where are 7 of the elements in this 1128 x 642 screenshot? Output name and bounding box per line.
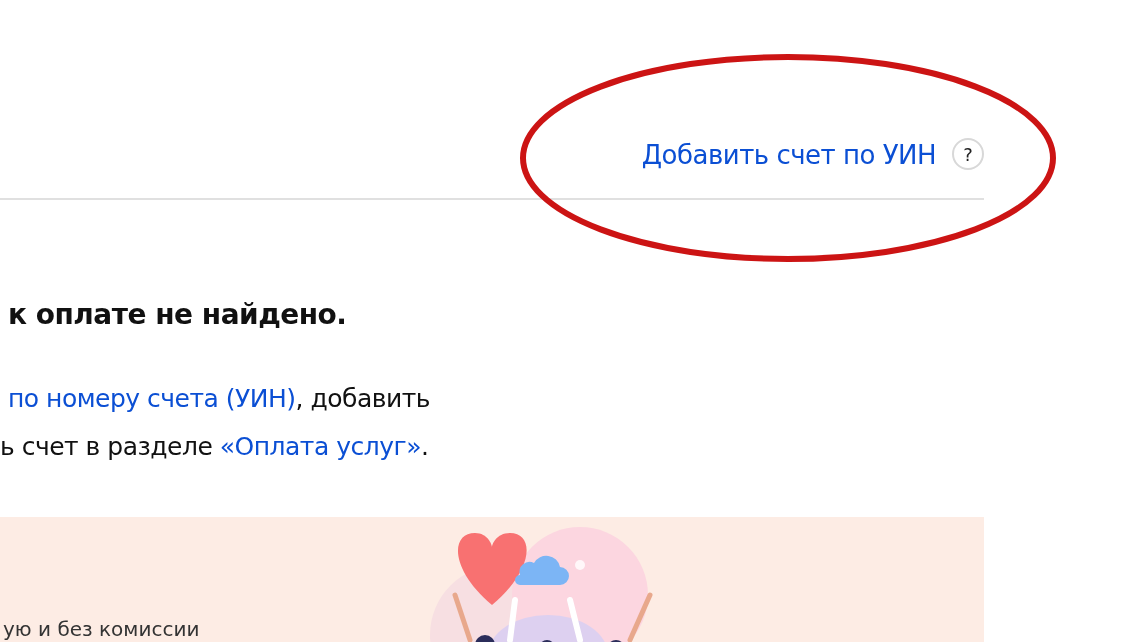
help-icon[interactable]: ? (952, 138, 984, 170)
notice-text: по номеру счета (УИН), добавить ь счет в разделе «Оплата услуг». (0, 383, 432, 463)
banner-text: ую и без комиссии (3, 617, 200, 641)
add-invoice-link[interactable]: Добавить счет по УИН (641, 140, 936, 170)
inline-link[interactable]: «Оплата услуг» (219, 432, 421, 461)
notice-title: к оплате не найдено. (7, 298, 348, 331)
inline-link[interactable]: по номеру счета (УИН) (8, 384, 296, 413)
